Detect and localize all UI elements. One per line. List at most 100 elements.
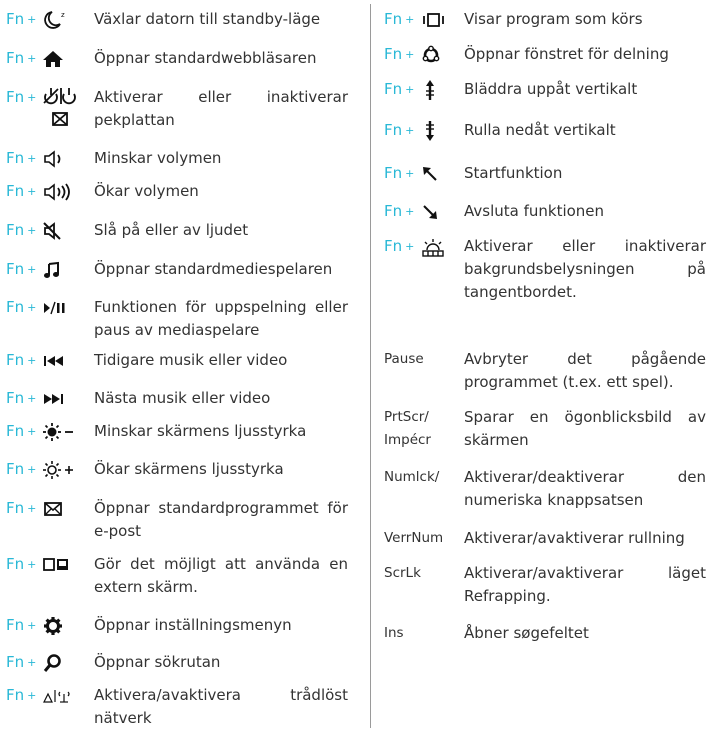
special-key-row: VerrNum Aktiverar/avaktiverar rullning — [384, 527, 706, 550]
shortcut-description: Gör det möjligt att använda en extern sk… — [94, 555, 348, 596]
fn-key-label: Fn + — [6, 182, 37, 200]
share-icon — [418, 43, 464, 66]
special-key-row: Pause Avbryter det pågående programmet (… — [384, 348, 706, 394]
special-key-description: Åbner søgefeltet — [464, 624, 589, 642]
scroll-down-icon — [418, 119, 464, 142]
shortcut-row: Fn + Öppnar fönstret för delning — [384, 43, 706, 66]
shortcut-description: Öppnar standardprogrammet för e-post — [94, 499, 348, 540]
brightness-down-icon — [40, 420, 94, 443]
shortcut-description: Öppnar standardmediespelaren — [94, 260, 333, 278]
shortcut-description: Visar program som körs — [464, 10, 643, 28]
mail-icon — [40, 497, 94, 520]
shortcut-row: Fn + Minskar volymen — [6, 147, 348, 170]
fn-key-label: Fn + — [6, 422, 37, 440]
wireless-icon — [40, 684, 94, 707]
next-track-icon — [40, 387, 94, 410]
search-icon — [40, 651, 94, 674]
moon-standby-icon: z — [40, 8, 94, 31]
end-arrow-icon — [418, 200, 464, 223]
shortcut-description: Öppnar sökrutan — [94, 653, 221, 671]
music-note-icon — [40, 258, 94, 281]
shortcut-description: Ökar skärmens ljusstyrka — [94, 460, 284, 478]
external-display-icon — [40, 553, 94, 576]
scroll-up-icon — [418, 78, 464, 101]
shortcut-description: Ökar volymen — [94, 182, 199, 200]
special-key-row: ScrLk Aktiverar/avaktiverar läget Refrap… — [384, 562, 706, 608]
shortcut-description: Aktivera/avaktivera trådlöst nätverk — [94, 686, 348, 727]
shortcut-row: Fn + Slå på eller av ljudet — [6, 219, 348, 242]
shortcut-description: Tidigare musik eller video — [94, 351, 288, 369]
fn-key-label: Fn + — [384, 202, 415, 220]
shortcut-description: Aktiverar eller inaktiverar pekplattan — [94, 88, 348, 129]
shortcut-description: Nästa musik eller video — [94, 389, 271, 407]
fn-key-label: Fn + — [384, 237, 415, 255]
shortcut-description: Öppnar inställningsmenyn — [94, 616, 292, 634]
shortcut-row: Fn + Visar program som körs — [384, 8, 706, 31]
shortcut-description: Avsluta funktionen — [464, 202, 605, 220]
shortcut-description: Öppnar standardwebbläsaren — [94, 49, 317, 67]
fn-key-label: Fn + — [6, 221, 37, 239]
special-key-label: Ins — [384, 625, 404, 641]
home-arrow-icon — [418, 162, 464, 185]
fn-key-label: Fn + — [6, 149, 37, 167]
shortcut-row: Fn + z Växlar datorn till standby-läge — [6, 8, 348, 31]
fn-key-label: Fn + — [6, 298, 37, 316]
previous-track-icon — [40, 349, 94, 372]
keyboard-backlight-icon — [418, 235, 464, 258]
shortcut-description: Minskar volymen — [94, 149, 222, 167]
fn-key-label: Fn + — [6, 499, 37, 517]
special-key-description: Aktiverar/avaktiverar läget Refrapping. — [464, 564, 706, 605]
shortcut-row: Fn + Minskar skärmens ljusstyrka — [6, 420, 348, 443]
fn-key-label: Fn + — [6, 686, 37, 704]
shortcut-row: Fn + Tidigare musik eller video — [6, 349, 348, 372]
shortcut-row: Fn + Bläddra uppåt vertikalt — [384, 78, 706, 101]
play-pause-icon — [40, 296, 94, 319]
shortcut-description: Öppnar fönstret för delning — [464, 45, 669, 63]
mute-icon — [40, 219, 94, 242]
column-divider — [370, 4, 371, 728]
svg-text:z: z — [61, 11, 65, 19]
special-key-description: Aktiverar/avaktiverar rullning — [464, 529, 685, 547]
volume-down-icon — [40, 147, 94, 170]
fn-key-label: Fn + — [6, 88, 37, 106]
fn-key-label: Fn + — [6, 351, 37, 369]
special-key-description: Avbryter det pågående programmet (t.ex. … — [464, 350, 706, 391]
fn-key-label: Fn + — [6, 616, 37, 634]
fn-key-label: Fn + — [384, 80, 415, 98]
shortcut-description: Slå på eller av ljudet — [94, 221, 249, 239]
special-key-description: Sparar en ögonblicksbild av skärmen — [464, 408, 706, 449]
shortcut-description: Startfunktion — [464, 164, 563, 182]
shortcut-row: Fn + Gör det möjligt att använda en exter… — [6, 553, 348, 599]
fn-key-label: Fn + — [6, 555, 37, 573]
shortcut-description: Bläddra uppåt vertikalt — [464, 80, 638, 98]
task-view-icon — [418, 8, 464, 31]
gear-icon — [40, 614, 94, 637]
fn-key-label: Fn + — [6, 389, 37, 407]
shortcut-row: Fn + Ökar skärmens ljusstyrka — [6, 458, 348, 481]
shortcut-row: Fn + Aktiverar eller inaktiverar pekplatt… — [6, 86, 348, 132]
special-key-label: ScrLk — [384, 565, 421, 581]
shortcut-row: Fn + Ökar volymen — [6, 180, 348, 203]
shortcut-row: Fn + Öppnar standardprogrammet för e-post — [6, 497, 348, 543]
special-key-label: VerrNum — [384, 530, 444, 546]
shortcut-description: Minskar skärmens ljusstyrka — [94, 422, 307, 440]
shortcut-row: Fn + Nästa musik eller video — [6, 387, 348, 410]
shortcut-row: Fn + Funktionen för uppspelning eller pau… — [6, 296, 348, 342]
shortcut-description: Rulla nedåt vertikalt — [464, 121, 616, 139]
fn-key-label: Fn + — [384, 10, 415, 28]
special-key-row: PrtScr/ Impécr Sparar en ögonblicksbild … — [384, 406, 706, 452]
special-key-row: Ins Åbner søgefeltet — [384, 622, 706, 645]
shortcut-row: Fn + Öppnar inställningsmenyn — [6, 614, 348, 637]
shortcut-row: Fn + Aktiverar eller inaktiverar bakgrund… — [384, 235, 706, 304]
fn-key-label: Fn + — [6, 260, 37, 278]
shortcut-row: Fn + Avsluta funktionen — [384, 200, 706, 223]
shortcut-description: Aktiverar eller inaktiverar bakgrundsbel… — [464, 237, 706, 301]
special-key-description: Aktiverar/deaktiverar den numeriska knap… — [464, 468, 706, 509]
fn-key-label: Fn + — [6, 653, 37, 671]
fn-key-label: Fn + — [6, 460, 37, 478]
fn-key-label: Fn + — [384, 164, 415, 182]
home-icon — [40, 47, 94, 70]
fn-key-label: Fn + — [6, 49, 37, 67]
special-key-label: Numlck/ — [384, 469, 440, 485]
shortcut-row: Fn + Rulla nedåt vertikalt — [384, 119, 706, 142]
